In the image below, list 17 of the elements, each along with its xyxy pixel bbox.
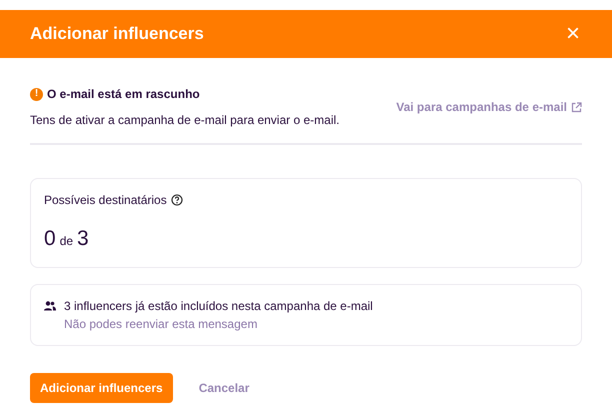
recipient-total: 3	[77, 226, 89, 252]
external-link-icon	[571, 102, 582, 112]
add-button[interactable]: Adicionar influencers	[30, 372, 173, 402]
alert-text: Tens de ativar a campanha de e-mail para enviar o e-mail.	[30, 112, 340, 129]
recipient-count: 0	[44, 226, 56, 252]
cancel-button[interactable]: Cancelar	[188, 372, 260, 402]
warning-icon: !	[30, 88, 43, 100]
users-icon	[44, 300, 56, 310]
campaigns-link[interactable]: Vai para campanhas de e-mail	[396, 98, 582, 116]
recipients-label: Possíveis destinatários	[44, 192, 167, 209]
dialog-title: Adicionar influencers	[30, 23, 204, 46]
count-separator: de	[60, 233, 74, 250]
help-icon	[170, 194, 183, 206]
notice-subtitle: Não podes reenviar esta mensagem	[64, 316, 258, 332]
alert-title: O e-mail está em rascunho	[47, 86, 200, 103]
notice-title: 3 influencers já estão incluídos nesta campanha de e-mail	[64, 298, 373, 314]
close-button[interactable]: ×	[564, 22, 582, 46]
